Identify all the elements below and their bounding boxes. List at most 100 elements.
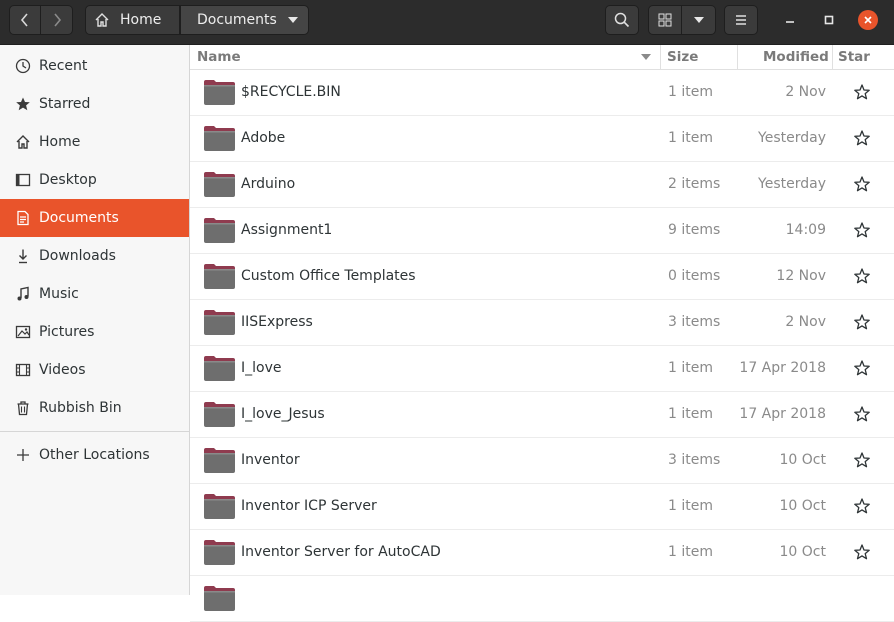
maximize-button[interactable] — [819, 10, 839, 30]
folder-icon — [203, 492, 236, 520]
sidebar-item-other-locations[interactable]: Other Locations — [0, 436, 189, 474]
table-row[interactable] — [190, 575, 894, 622]
file-size: 9 items — [668, 222, 721, 238]
column-size[interactable]: Size — [667, 45, 698, 69]
star-toggle-icon[interactable] — [853, 543, 871, 561]
file-modified: 10 Oct — [779, 544, 826, 560]
file-name: Inventor Server for AutoCAD — [241, 544, 441, 560]
table-row[interactable]: I_love_Jesus 1 item 17 Apr 2018 — [190, 391, 894, 438]
sidebar-item-label: Rubbish Bin — [39, 400, 122, 416]
document-icon — [14, 209, 32, 227]
music-icon — [14, 285, 32, 303]
folder-icon — [203, 354, 236, 382]
sidebar-item-label: Downloads — [39, 248, 116, 264]
file-size: 2 items — [668, 176, 721, 192]
star-toggle-icon[interactable] — [853, 221, 871, 239]
table-row[interactable]: IISExpress 3 items 2 Nov — [190, 299, 894, 346]
sidebar-item-documents[interactable]: Documents — [0, 199, 189, 237]
sidebar-item-recent[interactable]: Recent — [0, 47, 189, 85]
sidebar-item-pictures[interactable]: Pictures — [0, 313, 189, 351]
column-divider — [737, 45, 738, 69]
sidebar-item-label: Starred — [39, 96, 91, 112]
grid-view-icon — [658, 13, 672, 27]
grid-view-button[interactable] — [648, 5, 682, 35]
breadcrumb-home[interactable]: Home — [85, 5, 180, 35]
file-modified: 2 Nov — [785, 314, 826, 330]
star-toggle-icon[interactable] — [853, 359, 871, 377]
forward-icon — [53, 13, 61, 27]
close-button[interactable] — [858, 10, 878, 30]
file-name: Arduino — [241, 176, 296, 192]
table-row[interactable]: Custom Office Templates 0 items 12 Nov — [190, 253, 894, 300]
sort-descending-icon — [641, 54, 651, 60]
back-button[interactable] — [9, 5, 41, 35]
column-modified[interactable]: Modified — [763, 45, 829, 69]
sidebar-item-label: Desktop — [39, 172, 97, 188]
search-button[interactable] — [605, 5, 639, 35]
sidebar-item-home[interactable]: Home — [0, 123, 189, 161]
file-name: IISExpress — [241, 314, 313, 330]
star-toggle-icon[interactable] — [853, 405, 871, 423]
table-row[interactable]: I_love 1 item 17 Apr 2018 — [190, 345, 894, 392]
minimize-button[interactable] — [780, 10, 800, 30]
table-row[interactable]: $RECYCLE.BIN 1 item 2 Nov — [190, 69, 894, 116]
chevron-down-icon — [288, 17, 298, 23]
forward-button[interactable] — [41, 5, 73, 35]
column-header: Name Size Modified Star — [190, 45, 894, 70]
star-toggle-icon[interactable] — [853, 83, 871, 101]
star-toggle-icon[interactable] — [853, 451, 871, 469]
table-row[interactable]: Inventor Server for AutoCAD 1 item 10 Oct — [190, 529, 894, 576]
menu-button[interactable] — [724, 5, 758, 35]
file-name: Inventor — [241, 452, 300, 468]
sidebar-item-rubbish-bin[interactable]: Rubbish Bin — [0, 389, 189, 427]
sidebar: Recent Starred Home Desktop Documents Do… — [0, 45, 190, 595]
star-toggle-icon[interactable] — [853, 175, 871, 193]
sidebar-item-downloads[interactable]: Downloads — [0, 237, 189, 275]
file-name: $RECYCLE.BIN — [241, 84, 341, 100]
file-name: Inventor ICP Server — [241, 498, 377, 514]
folder-icon — [203, 308, 236, 336]
home-icon — [95, 13, 109, 27]
file-size: 1 item — [668, 84, 713, 100]
folder-icon — [203, 584, 236, 612]
close-icon — [864, 16, 872, 24]
table-row[interactable]: Arduino 2 items Yesterday — [190, 161, 894, 208]
sidebar-item-label: Documents — [39, 210, 119, 226]
sidebar-item-label: Videos — [39, 362, 86, 378]
file-modified: 17 Apr 2018 — [739, 360, 826, 376]
video-icon — [14, 361, 32, 379]
folder-icon — [203, 216, 236, 244]
star-toggle-icon[interactable] — [853, 497, 871, 515]
file-modified: 2 Nov — [785, 84, 826, 100]
file-modified: 10 Oct — [779, 452, 826, 468]
sidebar-item-desktop[interactable]: Desktop — [0, 161, 189, 199]
maximize-icon — [824, 15, 834, 25]
table-row[interactable]: Assignment1 9 items 14:09 — [190, 207, 894, 254]
folder-icon — [203, 78, 236, 106]
column-star[interactable]: Star — [838, 45, 870, 69]
file-size: 3 items — [668, 314, 721, 330]
star-toggle-icon[interactable] — [853, 267, 871, 285]
home-icon — [14, 133, 32, 151]
column-divider — [660, 45, 661, 69]
table-row[interactable]: Inventor ICP Server 1 item 10 Oct — [190, 483, 894, 530]
star-toggle-icon[interactable] — [853, 313, 871, 331]
sidebar-item-videos[interactable]: Videos — [0, 351, 189, 389]
table-row[interactable]: Adobe 1 item Yesterday — [190, 115, 894, 162]
file-name: Custom Office Templates — [241, 268, 416, 284]
breadcrumb-documents[interactable]: Documents — [180, 5, 309, 35]
file-size: 3 items — [668, 452, 721, 468]
sidebar-separator — [0, 431, 189, 432]
desktop-icon — [14, 171, 32, 189]
file-name: Adobe — [241, 130, 286, 146]
folder-icon — [203, 446, 236, 474]
column-name[interactable]: Name — [197, 45, 241, 69]
file-modified: 14:09 — [785, 222, 826, 238]
file-size: 1 item — [668, 130, 713, 146]
minimize-icon — [786, 21, 794, 23]
table-row[interactable]: Inventor 3 items 10 Oct — [190, 437, 894, 484]
star-toggle-icon[interactable] — [853, 129, 871, 147]
view-options-button[interactable] — [682, 5, 716, 35]
sidebar-item-music[interactable]: Music — [0, 275, 189, 313]
sidebar-item-starred[interactable]: Starred — [0, 85, 189, 123]
